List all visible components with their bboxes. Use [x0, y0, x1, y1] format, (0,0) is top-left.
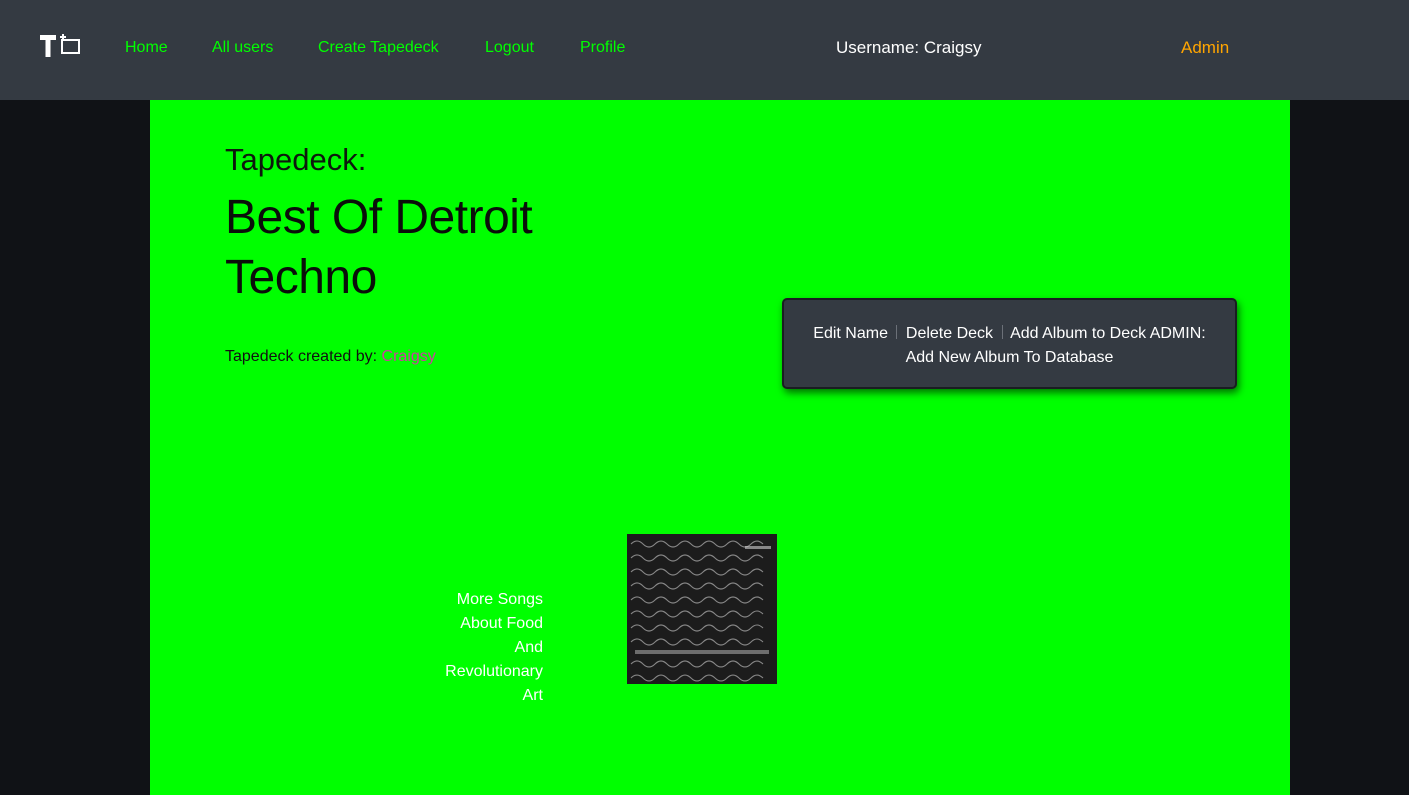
action-divider	[1001, 325, 1003, 339]
action-divider	[896, 325, 898, 339]
nav-profile-link[interactable]: Profile	[580, 38, 625, 58]
edit-name-button[interactable]: Edit Name	[813, 325, 888, 342]
add-new-album-button[interactable]: Add New Album To Database	[906, 349, 1114, 366]
album-cover-image[interactable]	[627, 534, 777, 684]
nav-create-tapedeck-link[interactable]: Create Tapedeck	[318, 38, 439, 58]
add-album-button[interactable]: Add Album to Deck	[1010, 325, 1146, 342]
tapedeck-title: Best Of Detroit Techno	[225, 191, 533, 304]
album-title[interactable]: More Songs About Food And Revolutionary …	[430, 588, 543, 708]
username-display: Username: Craigsy	[836, 38, 982, 57]
tapedeck-label: Tapedeck:	[225, 142, 367, 177]
admin-link[interactable]: Admin	[1181, 37, 1229, 59]
admin-actions-label: ADMIN:	[1149, 325, 1206, 342]
created-by-line: Tapedeck created by: Craigsy	[225, 347, 436, 367]
nav-logout-link[interactable]: Logout	[485, 38, 534, 58]
deck-actions-panel: Edit Name Delete Deck Add Album to Deck …	[782, 298, 1237, 389]
creator-link[interactable]: Craigsy	[382, 348, 436, 365]
delete-deck-button[interactable]: Delete Deck	[906, 325, 993, 342]
tapedeck-logo-icon[interactable]	[38, 33, 82, 59]
navbar: Home All users Create Tapedeck Logout Pr…	[0, 0, 1409, 100]
nav-all-users-link[interactable]: All users	[212, 38, 273, 58]
created-by-label: Tapedeck created by:	[225, 348, 378, 365]
tapedeck-content: Tapedeck: Best Of Detroit Techno Tapedec…	[150, 100, 1290, 795]
nav-home-link[interactable]: Home	[125, 38, 168, 58]
